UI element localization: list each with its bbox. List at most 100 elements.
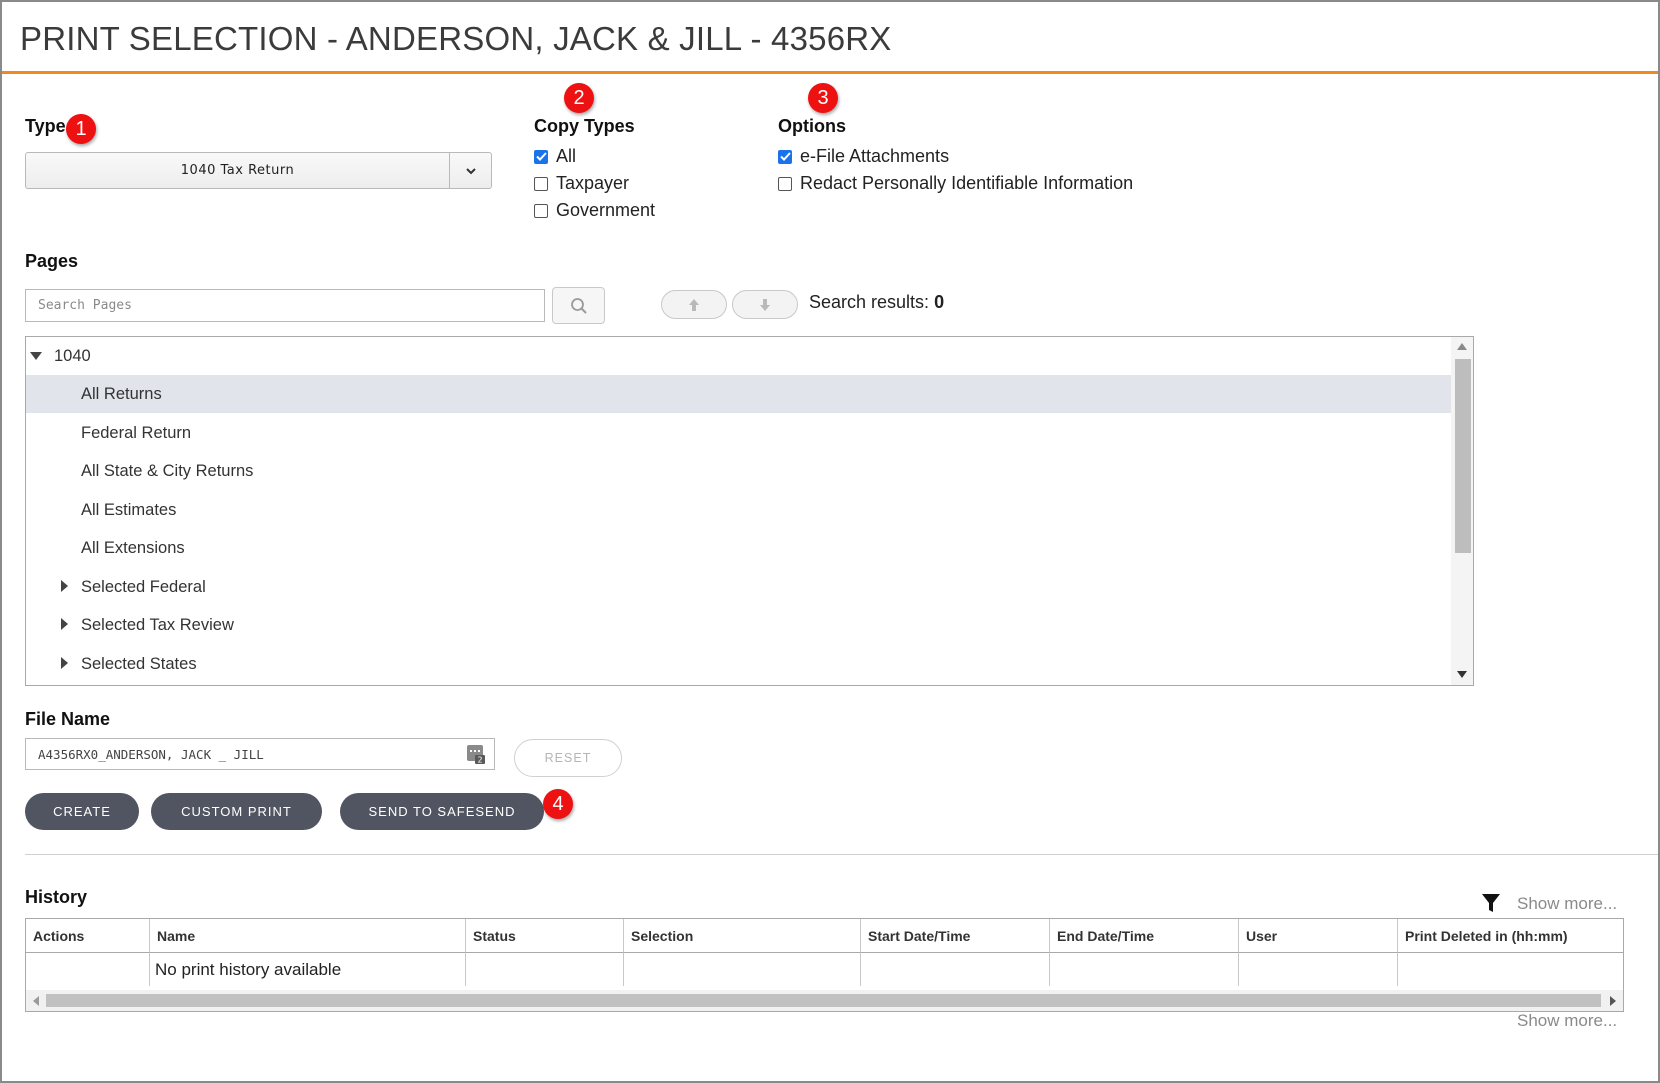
- tree-scrollbar-thumb[interactable]: [1455, 359, 1471, 553]
- history-scrollbar-thumb[interactable]: [46, 994, 1601, 1007]
- chevron-down-icon[interactable]: [450, 153, 492, 188]
- tree-node-label: Selected Federal: [81, 578, 206, 597]
- next-result-button[interactable]: [732, 290, 798, 319]
- copy-type-all-label: All: [556, 146, 576, 167]
- tree-node-label: Federal Return: [81, 424, 191, 443]
- search-icon: [570, 297, 588, 315]
- column-header-actions[interactable]: Actions: [26, 919, 150, 953]
- section-divider: [25, 854, 1658, 855]
- column-header-print-deleted[interactable]: Print Deleted in (hh:mm): [1398, 919, 1624, 953]
- history-cell-print-deleted: [1398, 953, 1624, 986]
- tree-node-all-estimates[interactable]: All Estimates: [26, 491, 1451, 529]
- page-header: PRINT SELECTION - ANDERSON, JACK & JILL …: [2, 2, 1658, 74]
- history-cell-start: [861, 953, 1050, 986]
- custom-print-button[interactable]: CUSTOM PRINT: [151, 793, 322, 830]
- search-results-label: Search results:: [809, 292, 929, 312]
- file-name-input[interactable]: A4356RX0_ANDERSON, JACK _ JILL 2: [25, 738, 495, 770]
- tree-node-1040[interactable]: 1040: [26, 337, 1451, 375]
- pages-tree: 1040 All Returns Federal Return All Stat…: [25, 336, 1474, 686]
- history-cell-end: [1050, 953, 1239, 986]
- show-more-link-top[interactable]: Show more...: [1517, 894, 1617, 914]
- column-header-user[interactable]: User: [1239, 919, 1398, 953]
- page-title: PRINT SELECTION - ANDERSON, JACK & JILL …: [20, 20, 892, 58]
- history-cell-selection: [624, 953, 861, 986]
- column-header-selection[interactable]: Selection: [624, 919, 861, 953]
- option-efile-attachments[interactable]: e-File Attachments: [778, 146, 949, 167]
- copy-type-government-label: Government: [556, 200, 655, 221]
- callout-badge-4: 4: [543, 789, 573, 819]
- callout-badge-1: 1: [66, 114, 96, 144]
- copy-type-all[interactable]: All: [534, 146, 576, 167]
- history-horizontal-scrollbar[interactable]: [26, 990, 1623, 1011]
- tree-node-label: All Estimates: [81, 501, 176, 520]
- search-results: Search results: 0: [809, 292, 944, 313]
- tree-node-selected-tax-review[interactable]: Selected Tax Review: [26, 606, 1451, 644]
- previous-result-button[interactable]: [661, 290, 727, 319]
- option-efile-attachments-checkbox[interactable]: [778, 150, 792, 164]
- column-header-name[interactable]: Name: [150, 919, 466, 953]
- reset-button[interactable]: RESET: [514, 739, 622, 777]
- arrow-down-icon: [759, 298, 771, 312]
- tree-node-federal-return[interactable]: Federal Return: [26, 414, 1451, 452]
- tree-node-all-state-city-returns[interactable]: All State & City Returns: [26, 452, 1451, 490]
- type-select-value: 1040 Tax Return: [26, 153, 449, 188]
- copy-type-government[interactable]: Government: [534, 200, 655, 221]
- tree-node-label: All State & City Returns: [81, 462, 253, 481]
- tree-node-selected-states[interactable]: Selected States: [26, 645, 1451, 683]
- type-select[interactable]: 1040 Tax Return: [25, 152, 492, 189]
- column-header-end-date-time[interactable]: End Date/Time: [1050, 919, 1239, 953]
- column-header-start-date-time[interactable]: Start Date/Time: [861, 919, 1050, 953]
- options-label: Options: [778, 116, 846, 137]
- tree-node-label: 1040: [54, 347, 91, 366]
- caret-right-icon[interactable]: [61, 657, 68, 669]
- option-redact-pii-checkbox[interactable]: [778, 177, 792, 191]
- history-cell-status: [466, 953, 624, 986]
- scroll-left-icon[interactable]: [33, 996, 39, 1006]
- tree-node-label: Selected Tax Review: [81, 616, 234, 635]
- scroll-down-icon[interactable]: [1457, 671, 1467, 678]
- caret-right-icon[interactable]: [61, 580, 68, 592]
- history-cell-actions: [26, 953, 150, 986]
- pages-label: Pages: [25, 251, 78, 272]
- history-cell-user: [1239, 953, 1398, 986]
- option-redact-pii-label: Redact Personally Identifiable Informati…: [800, 173, 1133, 194]
- copy-type-taxpayer-label: Taxpayer: [556, 173, 629, 194]
- callout-badge-2: 2: [564, 83, 594, 113]
- copy-types-label: Copy Types: [534, 116, 635, 137]
- caret-down-icon[interactable]: [30, 352, 42, 360]
- send-to-safesend-button[interactable]: SEND TO SAFESEND: [340, 793, 544, 830]
- history-table: Actions Name Status Selection Start Date…: [25, 918, 1624, 1012]
- file-name-label: File Name: [25, 709, 110, 730]
- tree-node-label: Selected States: [81, 655, 197, 674]
- tree-node-selected-federal[interactable]: Selected Federal: [26, 568, 1451, 606]
- show-more-link-bottom[interactable]: Show more...: [1517, 1011, 1617, 1031]
- tree-scrollbar[interactable]: [1451, 337, 1473, 685]
- create-button[interactable]: CREATE: [25, 793, 139, 830]
- callout-badge-3: 3: [808, 83, 838, 113]
- tree-node-all-returns[interactable]: All Returns: [26, 375, 1451, 413]
- history-empty-message: No print history available: [150, 953, 466, 986]
- copy-type-taxpayer-checkbox[interactable]: [534, 177, 548, 191]
- tree-node-label: All Extensions: [81, 539, 185, 558]
- type-label: Type: [25, 116, 66, 137]
- copy-type-government-checkbox[interactable]: [534, 204, 548, 218]
- copy-type-all-checkbox[interactable]: [534, 150, 548, 164]
- svg-text:2: 2: [477, 756, 482, 765]
- file-name-value: A4356RX0_ANDERSON, JACK _ JILL: [38, 747, 264, 762]
- scroll-up-icon[interactable]: [1457, 343, 1467, 350]
- scroll-right-icon[interactable]: [1610, 996, 1616, 1006]
- file-name-format-icon[interactable]: 2: [466, 743, 486, 765]
- tree-node-label: All Returns: [81, 385, 162, 404]
- column-header-status[interactable]: Status: [466, 919, 624, 953]
- history-label: History: [25, 887, 87, 908]
- search-button[interactable]: [552, 287, 605, 324]
- caret-right-icon[interactable]: [61, 618, 68, 630]
- search-results-count: 0: [934, 292, 944, 312]
- option-efile-attachments-label: e-File Attachments: [800, 146, 949, 167]
- arrow-up-icon: [688, 298, 700, 312]
- tree-node-all-extensions[interactable]: All Extensions: [26, 529, 1451, 567]
- filter-icon[interactable]: [1481, 893, 1501, 913]
- search-pages-input[interactable]: [25, 289, 545, 322]
- copy-type-taxpayer[interactable]: Taxpayer: [534, 173, 629, 194]
- option-redact-pii[interactable]: Redact Personally Identifiable Informati…: [778, 173, 1133, 194]
